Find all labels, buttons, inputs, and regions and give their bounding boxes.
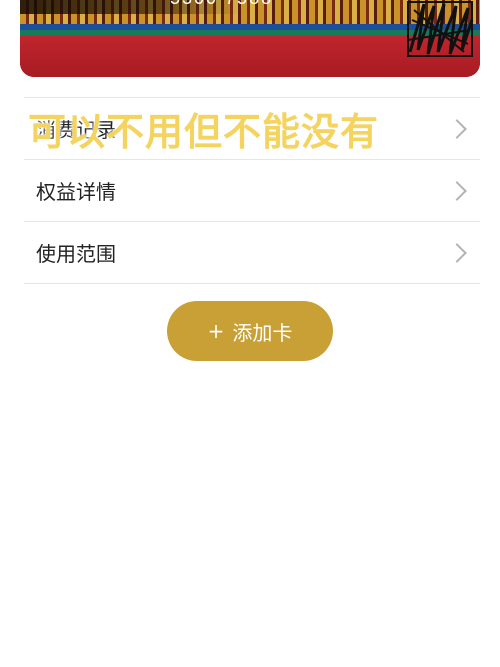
add-card-label: 添加卡 xyxy=(232,320,293,345)
card-number: 5300 7588 xyxy=(170,0,273,9)
chevron-right-icon xyxy=(447,242,467,263)
menu-item-label: 使用范围 xyxy=(36,242,116,266)
overlay-caption: 可以不用但不能没有 xyxy=(28,110,380,154)
plus-icon: + xyxy=(207,319,225,343)
chevron-right-icon xyxy=(447,118,467,139)
menu-item-usage-scope[interactable]: 使用范围 xyxy=(24,222,480,284)
redaction-scribble-icon xyxy=(407,1,474,57)
add-card-button[interactable]: + 添加卡 xyxy=(167,301,333,361)
menu-item-label: 权益详情 xyxy=(36,180,116,204)
chevron-right-icon xyxy=(447,180,467,201)
membership-card[interactable]: 5300 7588 xyxy=(20,0,480,77)
menu-item-benefit-details[interactable]: 权益详情 xyxy=(24,160,480,222)
